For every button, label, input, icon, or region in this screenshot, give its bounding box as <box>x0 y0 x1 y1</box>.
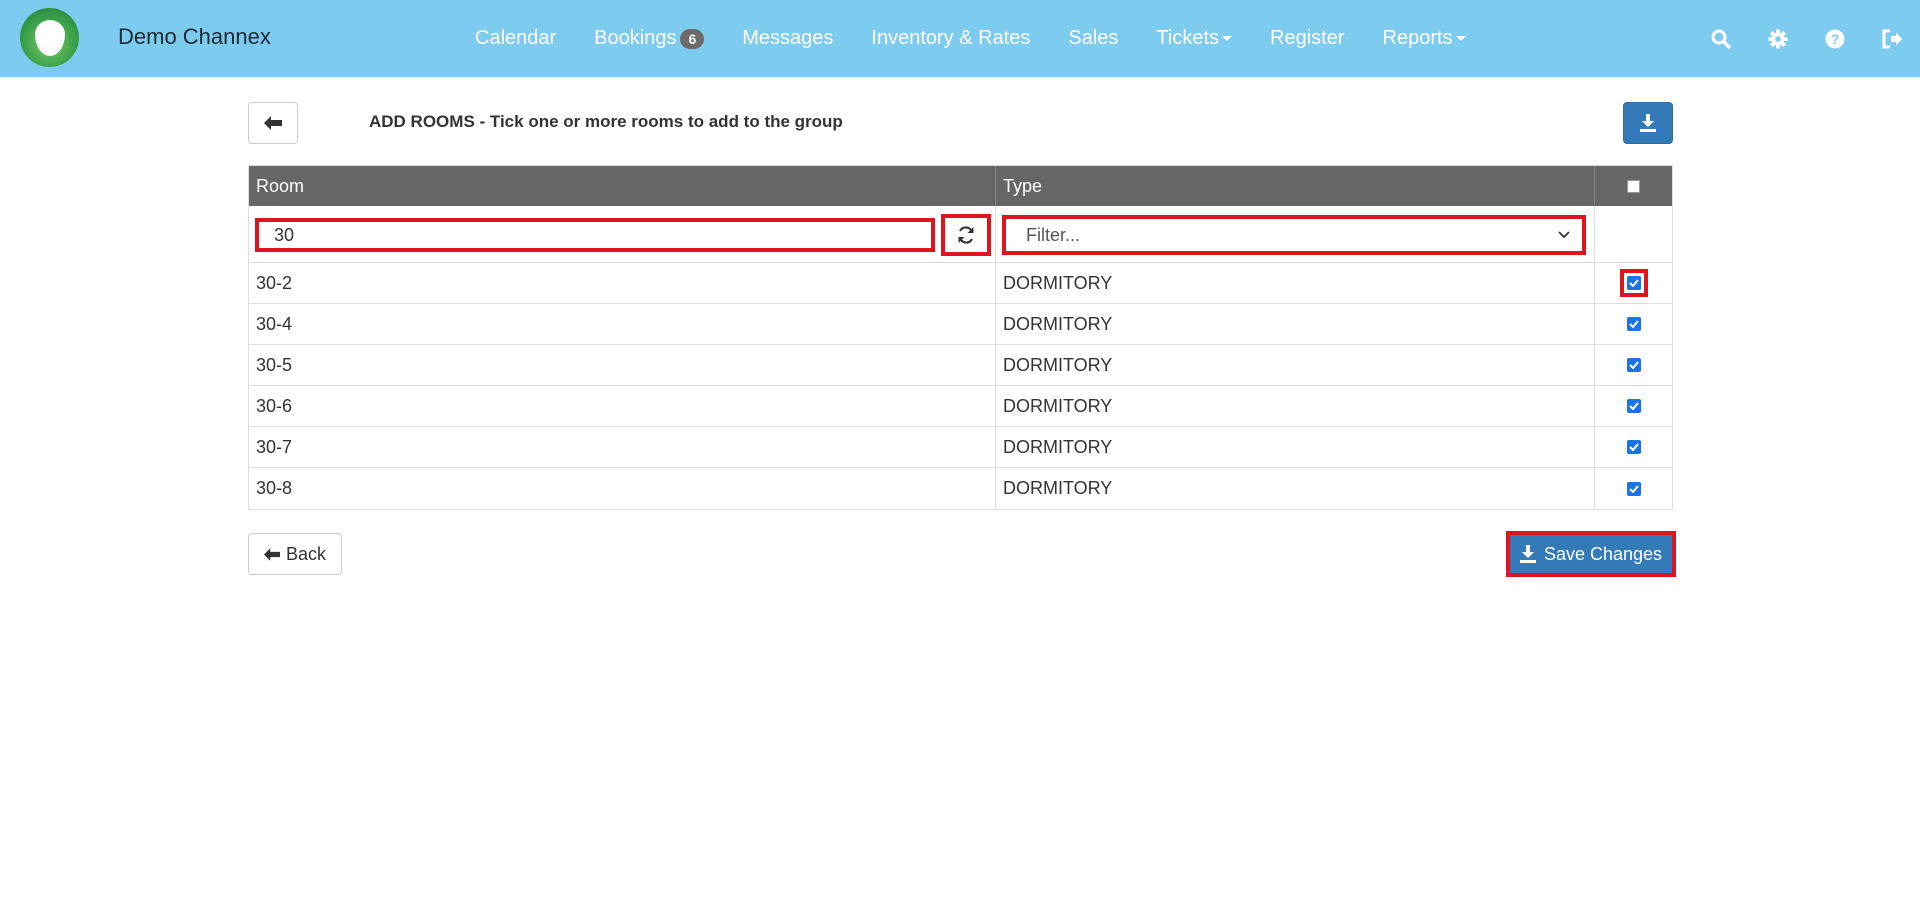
table-row: 30-4 DORMITORY <box>249 304 1672 345</box>
nav-calendar[interactable]: Calendar <box>456 27 575 50</box>
back-arrow-button[interactable] <box>248 102 298 144</box>
select-all-checkbox[interactable] <box>1627 179 1641 193</box>
row-checkbox[interactable] <box>1626 399 1641 413</box>
checkmark-icon <box>1628 279 1639 287</box>
bookings-count-badge: 6 <box>680 28 705 49</box>
logout-icon[interactable] <box>1863 29 1920 49</box>
arrow-left-icon <box>263 547 280 561</box>
select-cell <box>1595 304 1672 344</box>
save-changes-button[interactable]: Save Changes <box>1510 535 1672 573</box>
type-cell: DORMITORY <box>996 304 1596 344</box>
checkmark-icon <box>1628 320 1639 328</box>
nav-inventory-rates[interactable]: Inventory & Rates <box>852 27 1049 50</box>
table-row: 30-5 DORMITORY <box>249 345 1672 386</box>
checkmark-icon <box>1628 402 1639 410</box>
nav-reports-label: Reports <box>1382 27 1453 49</box>
type-filter-select[interactable]: Filter... <box>1001 215 1586 255</box>
type-cell: DORMITORY <box>996 386 1596 426</box>
nav-sales[interactable]: Sales <box>1049 27 1137 50</box>
room-cell: 30-7 <box>249 427 996 467</box>
nav-tickets-label: Tickets <box>1156 27 1220 49</box>
download-icon <box>1640 114 1656 132</box>
select-cell <box>1595 468 1672 509</box>
select-cell <box>1595 386 1672 426</box>
room-cell: 30-2 <box>249 263 996 303</box>
checkmark-icon <box>1628 484 1639 493</box>
type-filter-placeholder: Filter... <box>1025 224 1080 245</box>
room-filter-cell <box>249 206 996 262</box>
type-filter-cell: Filter... <box>996 206 1596 262</box>
room-cell: 30-4 <box>249 304 996 344</box>
back-button-label: Back <box>285 543 327 564</box>
filter-row: Filter... <box>249 206 1672 263</box>
caret-down-icon <box>1222 36 1233 41</box>
download-button[interactable] <box>1623 102 1673 144</box>
search-icon[interactable] <box>1692 29 1749 49</box>
refresh-button[interactable] <box>941 214 991 256</box>
type-cell: DORMITORY <box>996 427 1596 467</box>
back-button[interactable]: Back <box>248 533 342 575</box>
table-row: 30-8 DORMITORY <box>249 468 1672 509</box>
nav-tickets[interactable]: Tickets <box>1137 27 1251 50</box>
nav-icon-group: ? <box>1692 0 1920 77</box>
refresh-icon <box>958 226 974 244</box>
save-changes-label: Save Changes <box>1543 543 1663 564</box>
table-row: 30-7 DORMITORY <box>249 427 1672 468</box>
column-header-room: Room <box>249 166 996 206</box>
select-cell <box>1595 263 1672 303</box>
nav-bookings[interactable]: Bookings 6 <box>575 27 723 50</box>
select-all-cell <box>1595 166 1672 206</box>
row-checkbox[interactable] <box>1626 481 1641 496</box>
nav-register-label: Register <box>1270 27 1345 49</box>
table-header: Room Type <box>249 166 1672 206</box>
column-header-type: Type <box>996 166 1596 206</box>
nav-messages[interactable]: Messages <box>723 27 852 50</box>
download-icon <box>1519 545 1536 563</box>
nav-inventory-rates-label: Inventory & Rates <box>871 27 1031 49</box>
row-checkbox[interactable] <box>1626 317 1641 331</box>
chevron-down-icon <box>1558 231 1570 239</box>
svg-text:?: ? <box>1830 31 1839 47</box>
type-cell: DORMITORY <box>996 345 1596 385</box>
filter-check-cell <box>1595 206 1672 262</box>
row-checkbox[interactable] <box>1626 358 1641 372</box>
room-filter-input[interactable] <box>255 218 935 252</box>
nav-reports[interactable]: Reports <box>1364 27 1485 50</box>
nav-sales-label: Sales <box>1068 27 1119 49</box>
nav-messages-label: Messages <box>742 27 834 49</box>
room-cell: 30-6 <box>249 386 996 426</box>
table-row: 30-6 DORMITORY <box>249 386 1672 427</box>
row-checkbox[interactable] <box>1626 276 1641 290</box>
caret-down-icon <box>1455 36 1466 41</box>
nav-calendar-label: Calendar <box>475 27 557 49</box>
brand-name[interactable]: Demo Channex <box>118 24 271 50</box>
select-cell <box>1595 427 1672 467</box>
type-cell: DORMITORY <box>996 263 1596 303</box>
select-cell <box>1595 345 1672 385</box>
brand-logo[interactable] <box>20 8 79 67</box>
rooms-table: Room Type Filter... 30 <box>248 165 1673 510</box>
row-checkbox-highlight <box>1619 269 1648 297</box>
checkmark-icon <box>1628 443 1639 451</box>
type-cell: DORMITORY <box>996 468 1596 509</box>
top-navbar: Demo Channex Calendar Bookings 6 Messages… <box>0 0 1920 77</box>
help-icon[interactable]: ? <box>1806 29 1863 49</box>
save-button-highlight: Save Changes <box>1506 531 1676 577</box>
row-checkbox[interactable] <box>1626 440 1641 454</box>
checkmark-icon <box>1628 361 1639 369</box>
main-nav: Calendar Bookings 6 Messages Inventory & … <box>456 0 1485 77</box>
nav-register[interactable]: Register <box>1251 27 1363 50</box>
nav-bookings-label: Bookings <box>594 27 677 49</box>
room-cell: 30-5 <box>249 345 996 385</box>
gear-icon[interactable] <box>1749 29 1806 49</box>
room-cell: 30-8 <box>249 468 996 509</box>
arrow-left-icon <box>264 116 282 130</box>
table-row: 30-2 DORMITORY <box>249 263 1672 304</box>
page-title: ADD ROOMS - Tick one or more rooms to ad… <box>369 112 843 131</box>
